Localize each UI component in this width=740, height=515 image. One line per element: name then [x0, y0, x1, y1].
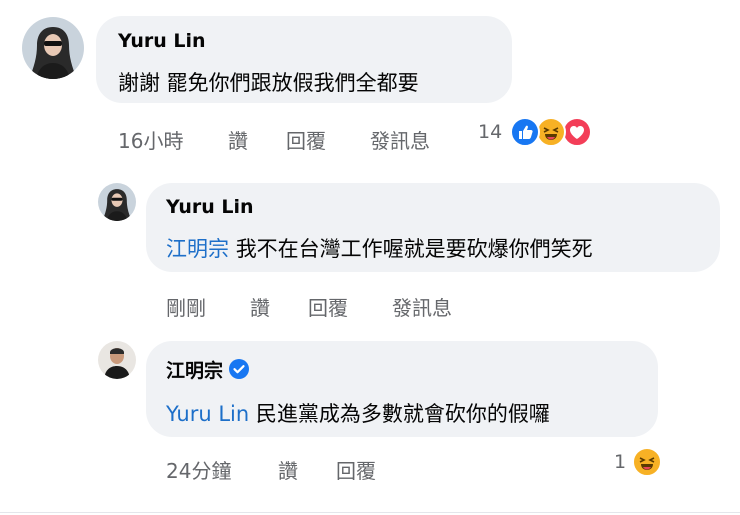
mention-link[interactable]: 江明宗: [166, 237, 229, 261]
avatar-yuru-lin[interactable]: [22, 17, 84, 79]
haha-icon[interactable]: [536, 117, 566, 147]
avatar-jiang-ming-zong[interactable]: [98, 341, 136, 379]
message-button[interactable]: 發訊息: [392, 292, 452, 321]
love-icon[interactable]: [562, 117, 592, 147]
comment-author[interactable]: 江明宗: [166, 356, 250, 384]
like-button[interactable]: 讚: [250, 292, 270, 321]
like-button[interactable]: 讚: [228, 125, 248, 154]
comment-text: 謝謝 罷免你們跟放假我們全都要: [118, 71, 419, 95]
comment-body: 我不在台灣工作喔就是要砍爆你們笑死: [235, 237, 593, 261]
reply-button[interactable]: 回覆: [286, 125, 326, 154]
author-name[interactable]: 江明宗: [166, 360, 223, 382]
comment-body: 民進黨成為多數就會砍你的假囉: [255, 402, 550, 426]
like-icon[interactable]: [510, 117, 540, 147]
comment-author[interactable]: Yuru Lin: [118, 30, 206, 52]
comment-author[interactable]: Yuru Lin: [166, 196, 254, 218]
comment-timestamp[interactable]: 剛剛: [166, 292, 206, 321]
comment-timestamp[interactable]: 16小時: [118, 125, 183, 154]
haha-icon[interactable]: [632, 447, 662, 477]
verified-badge-icon: [229, 359, 250, 384]
message-button[interactable]: 發訊息: [370, 125, 430, 154]
comment-text: 江明宗 我不在台灣工作喔就是要砍爆你們笑死: [166, 233, 593, 263]
reply-button[interactable]: 回覆: [308, 292, 348, 321]
reaction-count[interactable]: 1: [614, 451, 626, 473]
reply-button[interactable]: 回覆: [336, 455, 376, 484]
reaction-count[interactable]: 14: [478, 121, 502, 143]
like-button[interactable]: 讚: [278, 455, 298, 484]
comment-text: Yuru Lin 民進黨成為多數就會砍你的假囉: [166, 398, 550, 428]
bottom-divider: [0, 512, 740, 513]
avatar-yuru-lin[interactable]: [98, 183, 136, 221]
mention-link[interactable]: Yuru Lin: [166, 402, 249, 426]
comment-timestamp[interactable]: 24分鐘: [166, 455, 231, 484]
